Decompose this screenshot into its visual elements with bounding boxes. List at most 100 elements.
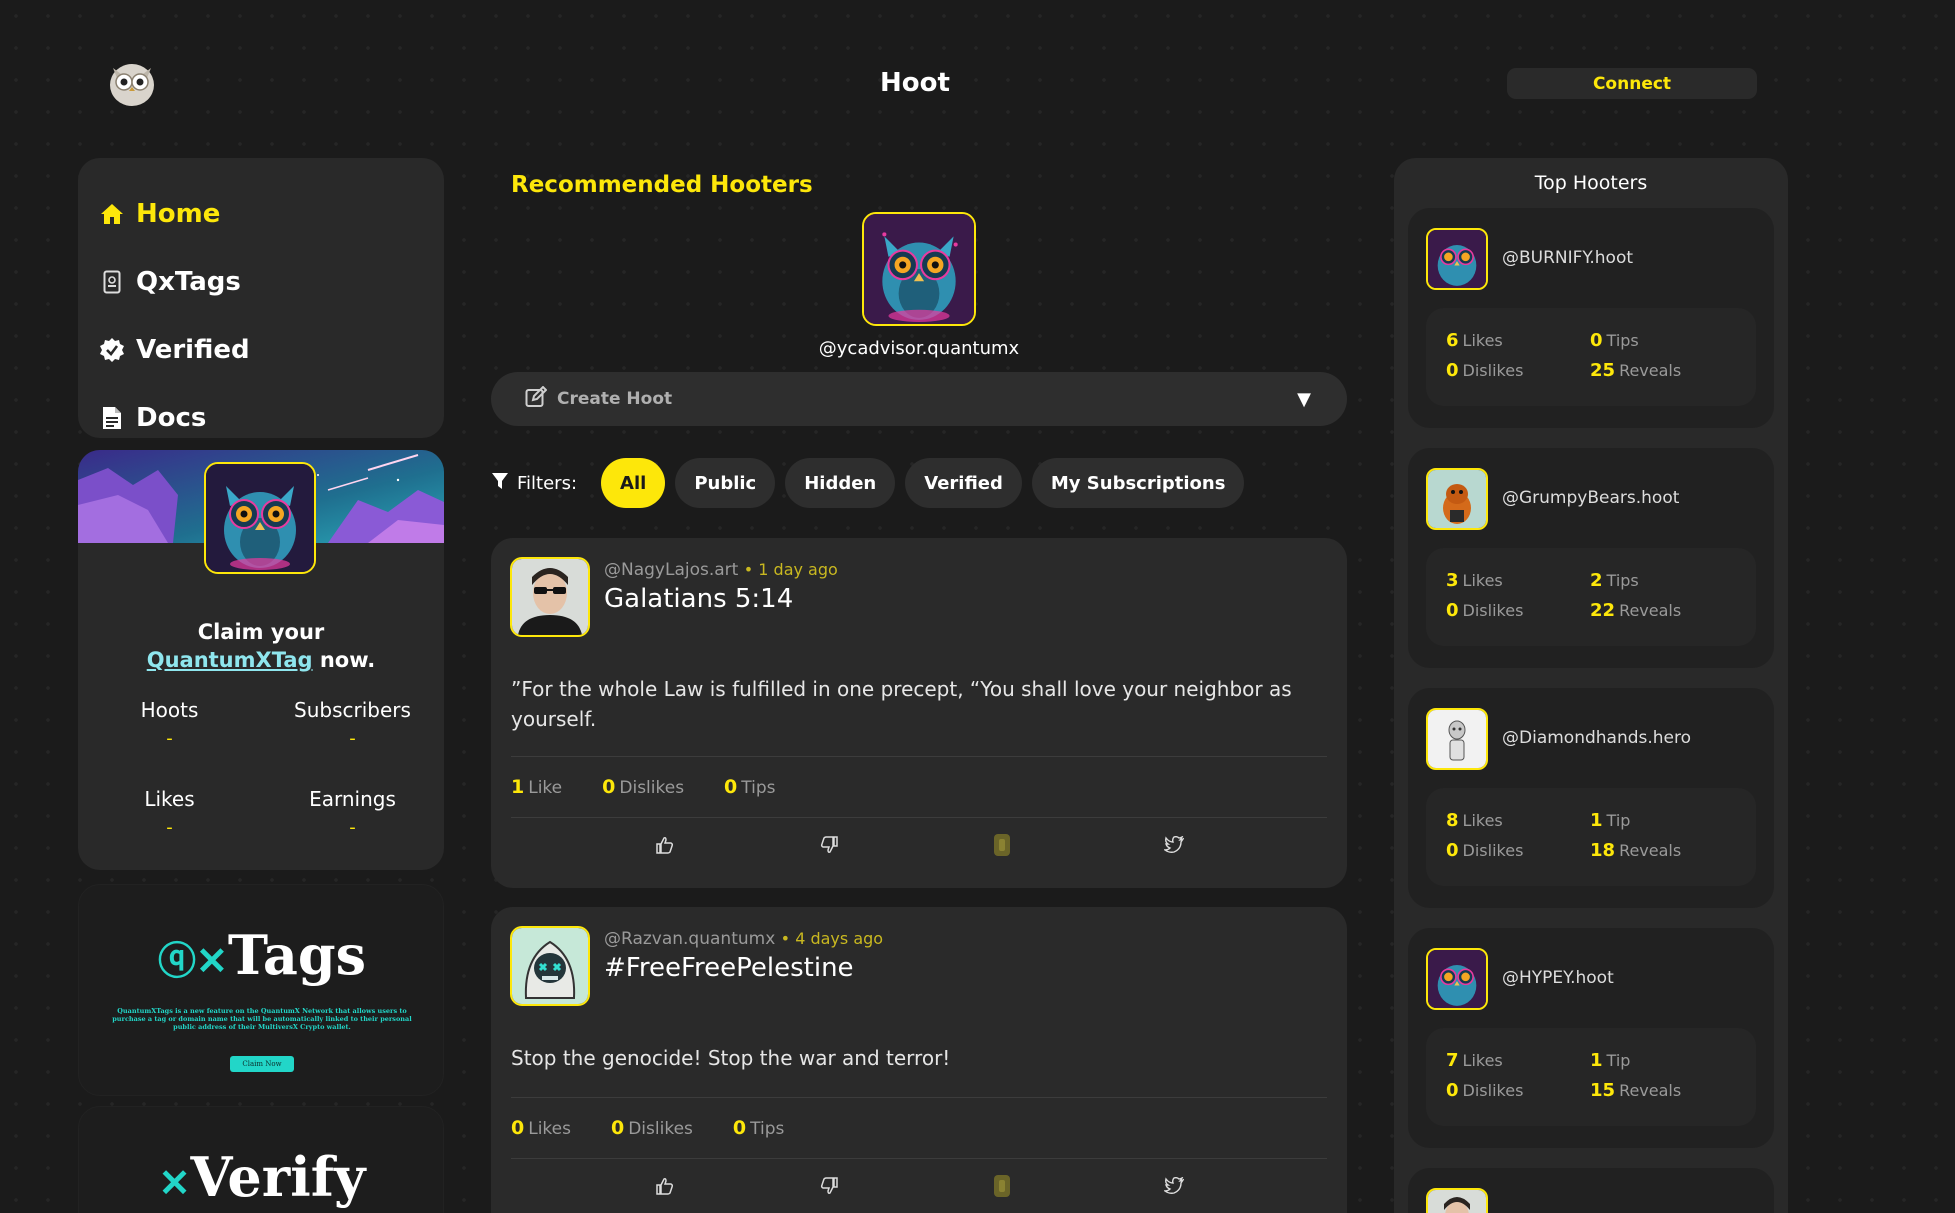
post-title: #FreeFreePelestine — [604, 953, 854, 983]
hooter-dislikes: 0 Dislikes — [1446, 360, 1524, 381]
hooter-tips: 2 Tips — [1590, 570, 1639, 591]
qxtags-promo-title: ⓠ✕Tags — [157, 923, 366, 987]
post-author-handle[interactable]: @NagyLajos.art — [604, 560, 738, 580]
post-author-line: @Razvan.quantumx • 4 days ago — [604, 929, 883, 949]
qxtags-promo-card[interactable]: ⓠ✕Tags QuantumXTags is a new feature on … — [78, 884, 444, 1096]
nav-item-qxtags[interactable]: QxTags — [98, 248, 444, 316]
post-stats: 0 Likes 0 Dislikes 0 Tips — [511, 1097, 1327, 1159]
hooter-reveals: 15 Reveals — [1590, 1080, 1682, 1101]
post-card: @NagyLajos.art • 1 day ago Galatians 5:1… — [491, 538, 1347, 888]
stat-subscribers-value: - — [349, 728, 356, 749]
sidebar-nav: Home QxTags Verified Docs — [78, 158, 444, 438]
post-likes-count: 0 Likes — [511, 1117, 571, 1139]
filter-my-subscriptions[interactable]: My Subscriptions — [1031, 458, 1245, 508]
stat-hoots: Hoots - — [78, 698, 261, 749]
twitter-share-icon[interactable] — [1163, 1175, 1185, 1197]
nav-item-docs[interactable]: Docs — [98, 384, 444, 452]
stat-likes-value: - — [166, 817, 173, 838]
hooter-stats: 3 Likes 2 Tips 0 Dislikes 22 Reveals — [1426, 548, 1756, 646]
create-hoot-label: Create Hoot — [557, 389, 673, 409]
claim-message: Claim your QuantumXTag now. — [78, 618, 444, 674]
post-actions — [511, 1159, 1327, 1213]
top-hooter-card[interactable] — [1408, 1168, 1774, 1213]
hooter-avatar — [1426, 228, 1488, 290]
hooter-handle[interactable]: @GrumpyBears.hoot — [1502, 488, 1679, 508]
hooter-likes: 7 Likes — [1446, 1050, 1503, 1071]
stat-likes: Likes - — [78, 787, 261, 838]
top-hooter-card[interactable]: @HYPEY.hoot 7 Likes 1 Tip 0 Dislikes 15 Reve… — [1408, 928, 1774, 1148]
post-tips-count: 0 Tips — [732, 1117, 785, 1139]
thumbs-down-icon[interactable] — [818, 834, 840, 856]
tip-coin-icon[interactable] — [991, 1175, 1013, 1197]
recommended-avatar[interactable] — [862, 212, 976, 326]
post-stats: 1 Like 0 Dislikes 0 Tips — [511, 756, 1327, 818]
top-hooter-card[interactable]: @Diamondhands.hero 8 Likes 1 Tip 0 Dislikes… — [1408, 688, 1774, 908]
post-author-avatar[interactable] — [510, 557, 590, 637]
hooter-dislikes: 0 Dislikes — [1446, 600, 1524, 621]
post-tips-count: 0 Tips — [724, 776, 776, 798]
nav-label-qxtags: QxTags — [136, 267, 241, 297]
post-body: ”For the whole Law is fulfilled in one p… — [511, 677, 1292, 731]
hooter-likes: 6 Likes — [1446, 330, 1503, 351]
twitter-share-icon[interactable] — [1163, 834, 1185, 856]
edit-icon — [525, 385, 548, 412]
qx-mark-icon: ⓠ✕ — [157, 938, 228, 983]
thumbs-up-icon[interactable] — [654, 834, 676, 856]
post-title: Galatians 5:14 — [604, 584, 794, 614]
claim-prefix: Claim your — [197, 620, 325, 644]
hooter-handle[interactable]: @BURNIFY.hoot — [1502, 248, 1633, 268]
hooter-stats: 8 Likes 1 Tip 0 Dislikes 18 Reveals — [1426, 788, 1756, 886]
filter-icon — [491, 472, 509, 494]
top-hooters-panel: Top Hooters @BURNIFY.hoot 6 Likes 0 Tips 0… — [1394, 158, 1788, 1213]
hooter-likes: 8 Likes — [1446, 810, 1503, 831]
top-hooter-card[interactable]: @BURNIFY.hoot 6 Likes 0 Tips 0 Dislikes 25 R… — [1408, 208, 1774, 428]
thumbs-down-icon[interactable] — [818, 1175, 840, 1197]
nav-item-home[interactable]: Home — [98, 180, 444, 248]
quantumxtag-link[interactable]: QuantumXTag — [147, 648, 313, 672]
claim-now-button[interactable]: Claim Now — [230, 1056, 294, 1072]
post-timestamp: • 4 days ago — [780, 929, 884, 948]
hooter-handle[interactable]: @Diamondhands.hero — [1502, 728, 1691, 748]
post-actions — [511, 818, 1327, 874]
stat-earnings: Earnings - — [261, 787, 444, 838]
filter-all[interactable]: All — [601, 458, 666, 508]
stat-hoots-value: - — [166, 728, 173, 749]
nav-label-home: Home — [136, 199, 221, 229]
hooter-reveals: 18 Reveals — [1590, 840, 1682, 861]
tip-coin-icon[interactable] — [991, 834, 1013, 856]
chevron-down-icon: ▼ — [1297, 388, 1311, 410]
hooter-tips: 1 Tip — [1590, 1050, 1631, 1071]
id-badge-icon — [98, 268, 126, 296]
hooter-reveals: 22 Reveals — [1590, 600, 1682, 621]
post-card: @Razvan.quantumx • 4 days ago #FreeFreeP… — [491, 907, 1347, 1213]
hooter-stats: 6 Likes 0 Tips 0 Dislikes 25 Reveals — [1426, 308, 1756, 406]
filter-verified[interactable]: Verified — [905, 458, 1022, 508]
hooter-avatar — [1426, 468, 1488, 530]
hooter-avatar — [1426, 948, 1488, 1010]
connect-button[interactable]: Connect — [1507, 68, 1757, 99]
verify-promo-card[interactable]: ✕Verify — [78, 1106, 444, 1213]
home-icon — [98, 200, 126, 228]
post-likes-count: 1 Like — [511, 776, 563, 798]
nav-label-docs: Docs — [136, 403, 207, 433]
filter-hidden[interactable]: Hidden — [785, 458, 896, 508]
filter-public[interactable]: Public — [675, 458, 776, 508]
hooter-reveals: 25 Reveals — [1590, 360, 1682, 381]
top-hooter-card[interactable]: @GrumpyBears.hoot 3 Likes 2 Tips 0 Dislikes… — [1408, 448, 1774, 668]
post-author-handle[interactable]: @Razvan.quantumx — [604, 929, 775, 949]
post-dislikes-count: 0 Dislikes — [602, 776, 685, 798]
hooter-avatar — [1426, 708, 1488, 770]
post-author-avatar[interactable] — [510, 926, 590, 1006]
post-timestamp: • 1 day ago — [743, 560, 838, 579]
thumbs-up-icon[interactable] — [654, 1175, 676, 1197]
verify-promo-title: ✕Verify — [158, 1145, 366, 1209]
create-hoot-toggle[interactable]: Create Hoot ▼ — [491, 372, 1347, 426]
top-hooters-title: Top Hooters — [1534, 172, 1648, 194]
qxtags-promo-description: QuantumXTags is a new feature on the Qua… — [112, 1007, 412, 1031]
hooter-stats: 7 Likes 1 Tip 0 Dislikes 15 Reveals — [1426, 1028, 1756, 1126]
hooter-avatar — [1426, 1188, 1488, 1213]
document-icon — [98, 404, 126, 432]
x-mark-icon: ✕ — [158, 1160, 191, 1205]
filters-label: Filters: — [517, 472, 578, 494]
hooter-handle[interactable]: @HYPEY.hoot — [1502, 968, 1614, 988]
